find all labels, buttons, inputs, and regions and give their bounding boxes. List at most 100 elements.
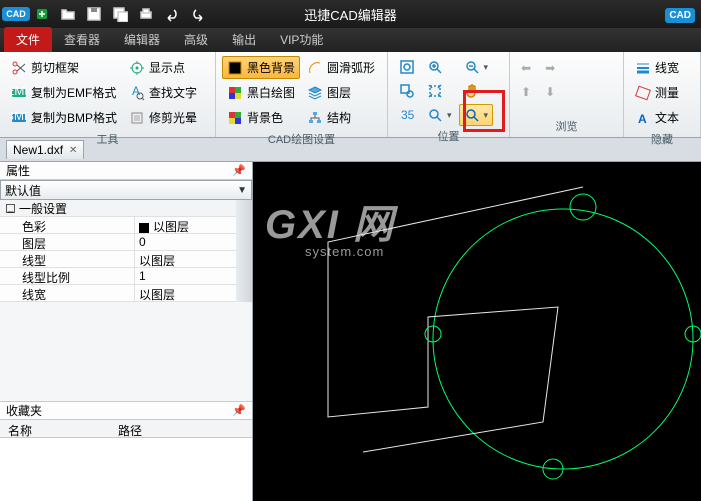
bg-color-button[interactable]: 背景色 bbox=[222, 106, 300, 129]
layers-icon bbox=[307, 85, 323, 101]
prop-value[interactable]: 以图层 bbox=[135, 285, 236, 301]
tab-viewer[interactable]: 查看器 bbox=[52, 27, 112, 52]
emf-icon: EMF bbox=[11, 85, 27, 101]
tab-vip[interactable]: VIP功能 bbox=[268, 27, 335, 52]
nav-back-button[interactable]: ⬅ bbox=[516, 58, 536, 78]
find-text-button[interactable]: A查找文字 bbox=[124, 81, 202, 104]
tab-editor[interactable]: 编辑器 bbox=[112, 27, 172, 52]
close-tab-icon[interactable]: ✕ bbox=[69, 145, 77, 156]
pin-icon[interactable]: 📌 bbox=[232, 404, 246, 417]
bw-draw-button[interactable]: 黑白绘图 bbox=[222, 81, 300, 104]
zoom-range-icon bbox=[427, 107, 443, 123]
col-path[interactable]: 路径 bbox=[110, 420, 150, 437]
measure-button[interactable]: 测量 bbox=[630, 81, 684, 104]
zoom-out-button[interactable]: ▾ bbox=[459, 56, 494, 78]
halo-icon bbox=[129, 110, 145, 126]
text-icon: A bbox=[635, 110, 651, 126]
open-icon[interactable] bbox=[58, 4, 78, 24]
scrollbar[interactable] bbox=[236, 200, 252, 302]
rotate-button[interactable]: 35° bbox=[394, 104, 420, 126]
group-position: 35° ▾ ▾ ▾ 位置 bbox=[388, 52, 510, 137]
prop-value[interactable]: 0 bbox=[135, 234, 236, 250]
redo-icon[interactable] bbox=[188, 4, 208, 24]
trim-halo-button[interactable]: 修剪光晕 bbox=[124, 106, 202, 129]
prop-key: 线型 bbox=[0, 251, 135, 267]
prop-key: 色彩 bbox=[0, 217, 135, 233]
saveas-icon[interactable] bbox=[110, 4, 130, 24]
tab-file[interactable]: 文件 bbox=[4, 27, 52, 52]
prop-value[interactable]: 以图层 bbox=[135, 217, 236, 233]
extents-button[interactable] bbox=[422, 80, 457, 102]
drawing-canvas[interactable]: GXI 网 system.com bbox=[253, 162, 701, 501]
prop-row[interactable]: 色彩以图层 bbox=[0, 217, 236, 234]
title-bar: CAD 迅捷CAD编辑器 CAD bbox=[0, 0, 701, 28]
zoom-fit-button[interactable] bbox=[394, 56, 420, 78]
combo-value: 默认值 bbox=[5, 182, 41, 199]
prop-row[interactable]: 线宽以图层 bbox=[0, 285, 236, 302]
col-name[interactable]: 名称 bbox=[0, 420, 110, 437]
show-point-button[interactable]: 显示点 bbox=[124, 56, 202, 79]
document-tab[interactable]: New1.dxf ✕ bbox=[6, 140, 84, 159]
app-title: 迅捷CAD编辑器 bbox=[304, 5, 396, 24]
print-icon[interactable] bbox=[136, 4, 156, 24]
pin-icon[interactable]: 📌 bbox=[232, 164, 246, 177]
group-title: 浏览 bbox=[516, 116, 617, 137]
find-icon: A bbox=[129, 85, 145, 101]
nav-up-button[interactable]: ⬆ bbox=[516, 82, 536, 102]
svg-text:EMF: EMF bbox=[11, 85, 27, 98]
zoom-in-button[interactable] bbox=[422, 56, 457, 78]
nav-down-button[interactable]: ⬇ bbox=[540, 82, 560, 102]
prop-row[interactable]: 线型比例1 bbox=[0, 268, 236, 285]
black-bg-button[interactable]: 黑色背景 bbox=[222, 56, 300, 79]
zoom-range-button[interactable]: ▾ bbox=[422, 104, 457, 126]
app-icon[interactable]: CAD bbox=[6, 4, 26, 24]
prop-row[interactable]: 线型以图层 bbox=[0, 251, 236, 268]
prop-value[interactable]: 1 bbox=[135, 268, 236, 284]
copy-bmp-button[interactable]: BMP复制为BMP格式 bbox=[6, 106, 122, 129]
tab-output[interactable]: 输出 bbox=[220, 27, 268, 52]
prop-key: 线型比例 bbox=[0, 268, 135, 284]
prop-group-header[interactable]: −一般设置 bbox=[0, 200, 236, 217]
smooth-arc-button[interactable]: 圆滑弧形 bbox=[302, 56, 380, 79]
linewidth-button[interactable]: 线宽 bbox=[630, 56, 684, 79]
text-button[interactable]: A文本 bbox=[630, 106, 684, 129]
prop-row[interactable]: 图层0 bbox=[0, 234, 236, 251]
prop-key: 线宽 bbox=[0, 285, 135, 301]
layer-button[interactable]: 图层 bbox=[302, 81, 380, 104]
ribbon-tabs: 文件 查看器 编辑器 高级 输出 VIP功能 bbox=[0, 28, 701, 52]
group-hide: 线宽 测量 A文本 隐藏 bbox=[624, 52, 701, 137]
arc-icon bbox=[307, 60, 323, 76]
panel-title-label: 属性 bbox=[6, 162, 30, 179]
svg-text:35°: 35° bbox=[401, 108, 415, 122]
new-icon[interactable] bbox=[32, 4, 52, 24]
zoom-selected-button[interactable]: ▾ bbox=[459, 104, 494, 126]
ribbon: 剪切框架 EMF复制为EMF格式 BMP复制为BMP格式 显示点 A查找文字 修… bbox=[0, 52, 701, 138]
tree-icon bbox=[307, 110, 323, 126]
group-title: CAD绘图设置 bbox=[222, 129, 381, 150]
svg-text:BMP: BMP bbox=[11, 110, 27, 123]
zoom-window-icon bbox=[399, 83, 415, 99]
pan-button[interactable] bbox=[459, 80, 494, 102]
collapse-icon: − bbox=[6, 204, 15, 213]
undo-icon[interactable] bbox=[162, 4, 182, 24]
tab-advanced[interactable]: 高级 bbox=[172, 27, 220, 52]
title-right: CAD bbox=[665, 7, 695, 21]
bmp-icon: BMP bbox=[11, 110, 27, 126]
save-icon[interactable] bbox=[84, 4, 104, 24]
nav-forward-button[interactable]: ➡ bbox=[540, 58, 560, 78]
zoom-out-icon bbox=[464, 59, 480, 75]
target-icon bbox=[129, 60, 145, 76]
copy-emf-button[interactable]: EMF复制为EMF格式 bbox=[6, 81, 122, 104]
zoom-selected-icon bbox=[464, 107, 480, 123]
zoom-in-icon bbox=[427, 59, 443, 75]
structure-button[interactable]: 结构 bbox=[302, 106, 380, 129]
ruler-icon bbox=[635, 85, 651, 101]
default-combo[interactable]: 默认值 ▼ bbox=[0, 180, 252, 200]
properties-table: −一般设置 色彩以图层图层0线型以图层线型比例1线宽以图层 bbox=[0, 200, 236, 302]
prop-value[interactable]: 以图层 bbox=[135, 251, 236, 267]
clip-frame-button[interactable]: 剪切框架 bbox=[6, 56, 122, 79]
prop-key: 图层 bbox=[0, 234, 135, 250]
zoom-win-button[interactable] bbox=[394, 80, 420, 102]
favorites-title-bar: 收藏夹 📌 bbox=[0, 402, 252, 420]
svg-text:A: A bbox=[132, 85, 140, 98]
